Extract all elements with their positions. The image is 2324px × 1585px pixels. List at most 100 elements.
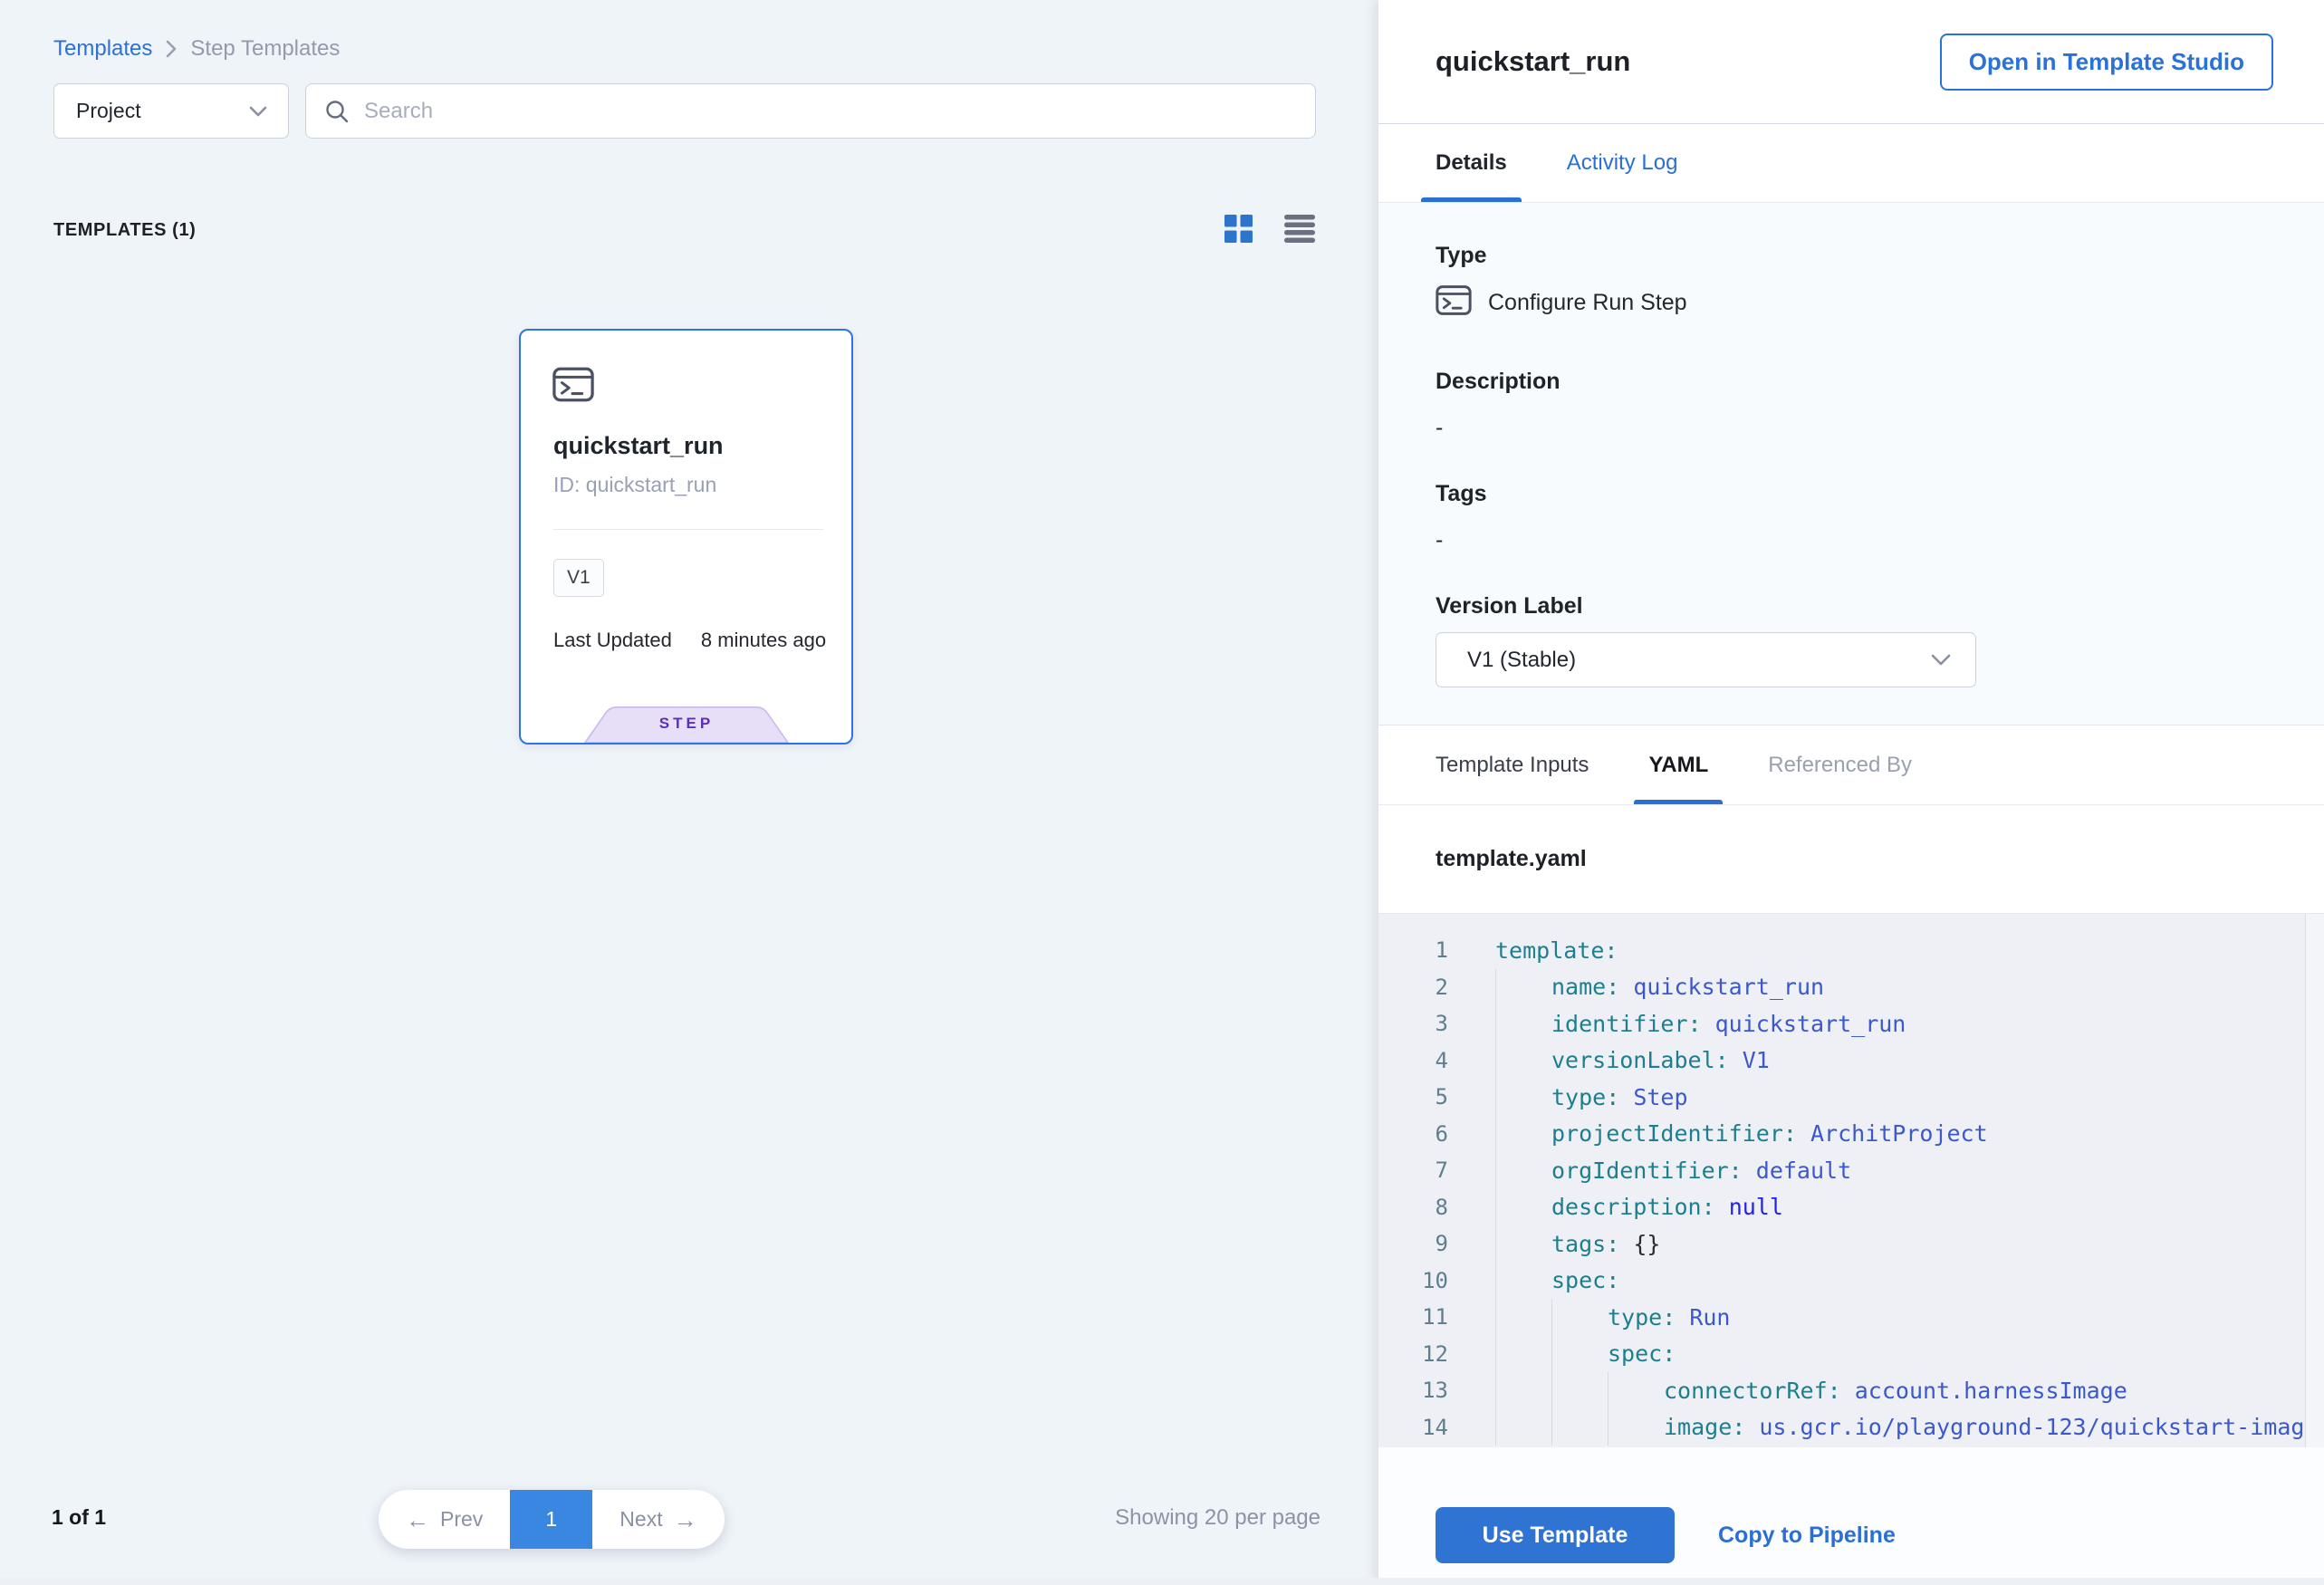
indent-guide (1495, 1079, 1551, 1116)
yaml-line-8: 8description: null (1378, 1189, 2324, 1226)
tab-template-inputs[interactable]: Template Inputs (1421, 725, 1603, 804)
line-number: 2 (1378, 975, 1448, 1000)
line-content: description: null (1448, 1189, 1783, 1226)
indent-guide (1551, 1409, 1608, 1446)
indent-guide (1495, 1042, 1551, 1080)
details-body: Type Configure Run Step Description - Ta… (1378, 203, 2324, 725)
yaml-token: versionLabel (1551, 1047, 1715, 1073)
tab-details[interactable]: Details (1421, 124, 1522, 202)
indent-guide (1495, 1152, 1551, 1189)
arrow-right-icon: → (674, 1508, 697, 1532)
line-number: 11 (1378, 1304, 1448, 1330)
scope-select[interactable]: Project (53, 83, 289, 139)
yaml-line-12: 12spec: (1378, 1336, 2324, 1373)
step-type-badge: STEP (584, 706, 789, 743)
details-footer-actions: Use Template Copy to Pipeline (1378, 1447, 2324, 1585)
card-last-updated: Last Updated 8 minutes ago (553, 629, 826, 652)
breadcrumb-templates-link[interactable]: Templates (53, 36, 152, 62)
use-template-button[interactable]: Use Template (1436, 1507, 1675, 1563)
line-content: projectIdentifier: ArchitProject (1448, 1116, 1988, 1153)
search-input[interactable] (364, 99, 1297, 124)
copy-to-pipeline-link[interactable]: Copy to Pipeline (1718, 1507, 1896, 1563)
templates-count-header: TEMPLATES (1) (53, 220, 196, 241)
indent-guide (1495, 969, 1551, 1006)
open-in-template-studio-button[interactable]: Open in Template Studio (1940, 34, 2273, 91)
yaml-tab-bar: Template Inputs YAML Referenced By (1378, 725, 2324, 805)
yaml-token: connectorRef (1664, 1378, 1828, 1404)
line-number: 9 (1378, 1231, 1448, 1256)
card-id: ID: quickstart_run (553, 473, 716, 497)
details-header: quickstart_run Open in Template Studio (1378, 0, 2324, 124)
line-content: name: quickstart_run (1448, 969, 1824, 1006)
line-number: 3 (1378, 1011, 1448, 1036)
yaml-token: : (1715, 1047, 1743, 1073)
tab-referenced-by[interactable]: Referenced By (1753, 725, 1926, 804)
page-count: 1 of 1 (52, 1505, 106, 1530)
template-card-quickstart-run[interactable]: quickstart_run ID: quickstart_run V1 Las… (519, 329, 853, 744)
yaml-code: 1template:2name: quickstart_run3identifi… (1378, 932, 2324, 1446)
tags-label: Tags (1436, 481, 2267, 507)
prev-page-button[interactable]: ← Prev (379, 1490, 510, 1549)
yaml-token: null (1729, 1194, 1783, 1220)
search-icon (324, 99, 350, 124)
line-content: spec: (1448, 1336, 1676, 1373)
scope-select-value: Project (76, 99, 141, 123)
indent-guide (1495, 1299, 1551, 1336)
indent-guide (1551, 1372, 1608, 1409)
line-content: orgIdentifier: default (1448, 1152, 1851, 1189)
yaml-token: tags (1551, 1231, 1606, 1257)
version-select[interactable]: V1 (Stable) (1436, 632, 1976, 687)
line-number: 13 (1378, 1378, 1448, 1403)
yaml-token: type (1551, 1084, 1606, 1110)
list-view-icon[interactable] (1284, 214, 1315, 247)
indent-guide (1608, 1409, 1664, 1446)
indent-guide (1551, 1299, 1608, 1336)
pager: ← Prev 1 Next → (379, 1490, 725, 1549)
yaml-token: image (1664, 1414, 1732, 1440)
yaml-token: : (1688, 1011, 1715, 1037)
yaml-token: orgIdentifier (1551, 1158, 1729, 1184)
line-number: 14 (1378, 1415, 1448, 1440)
yaml-file-name: template.yaml (1378, 805, 2324, 914)
yaml-editor[interactable]: 1template:2name: quickstart_run3identifi… (1378, 914, 2324, 1447)
indent-guide (1495, 1005, 1551, 1042)
line-number: 8 (1378, 1195, 1448, 1220)
type-value-row: Configure Run Step (1436, 285, 2267, 320)
yaml-token: : (1662, 1340, 1676, 1367)
yaml-line-1: 1template: (1378, 932, 2324, 969)
line-content: tags: {} (1448, 1225, 1660, 1263)
yaml-line-4: 4versionLabel: V1 (1378, 1042, 2324, 1080)
card-version-badge: V1 (553, 559, 604, 597)
line-content: identifier: quickstart_run (1448, 1005, 1906, 1042)
yaml-line-3: 3identifier: quickstart_run (1378, 1005, 2324, 1042)
chevron-down-icon (1930, 653, 1952, 667)
yaml-line-5: 5type: Step (1378, 1079, 2324, 1116)
editor-overview-ruler (2305, 914, 2324, 1447)
terminal-icon (552, 367, 594, 407)
next-page-button[interactable]: Next → (592, 1490, 724, 1549)
indent-guide (1551, 1336, 1608, 1373)
yaml-token: : (1732, 1414, 1759, 1440)
yaml-token: account.harnessImage (1855, 1378, 2127, 1404)
tab-yaml[interactable]: YAML (1634, 725, 1723, 804)
chevron-right-icon (165, 39, 178, 59)
line-number: 10 (1378, 1268, 1448, 1293)
yaml-token: : (1702, 1194, 1729, 1220)
yaml-token: projectIdentifier (1551, 1120, 1783, 1147)
yaml-line-14: 14image: us.gcr.io/playground-123/quicks… (1378, 1409, 2324, 1446)
yaml-token: identifier (1551, 1011, 1688, 1037)
grid-view-icon[interactable] (1224, 215, 1253, 247)
prev-label: Prev (440, 1507, 483, 1532)
yaml-token: template (1495, 937, 1604, 964)
type-label: Type (1436, 243, 2267, 269)
last-updated-value: 8 minutes ago (701, 629, 826, 652)
page-1-button[interactable]: 1 (510, 1490, 592, 1549)
line-content: type: Run (1448, 1299, 1730, 1336)
yaml-token: Step (1633, 1084, 1687, 1110)
search-box (305, 83, 1316, 139)
next-label: Next (619, 1507, 662, 1532)
description-label: Description (1436, 369, 2267, 395)
line-number: 4 (1378, 1048, 1448, 1073)
tab-activity-log[interactable]: Activity Log (1552, 124, 1693, 202)
version-label: Version Label (1436, 593, 2267, 620)
